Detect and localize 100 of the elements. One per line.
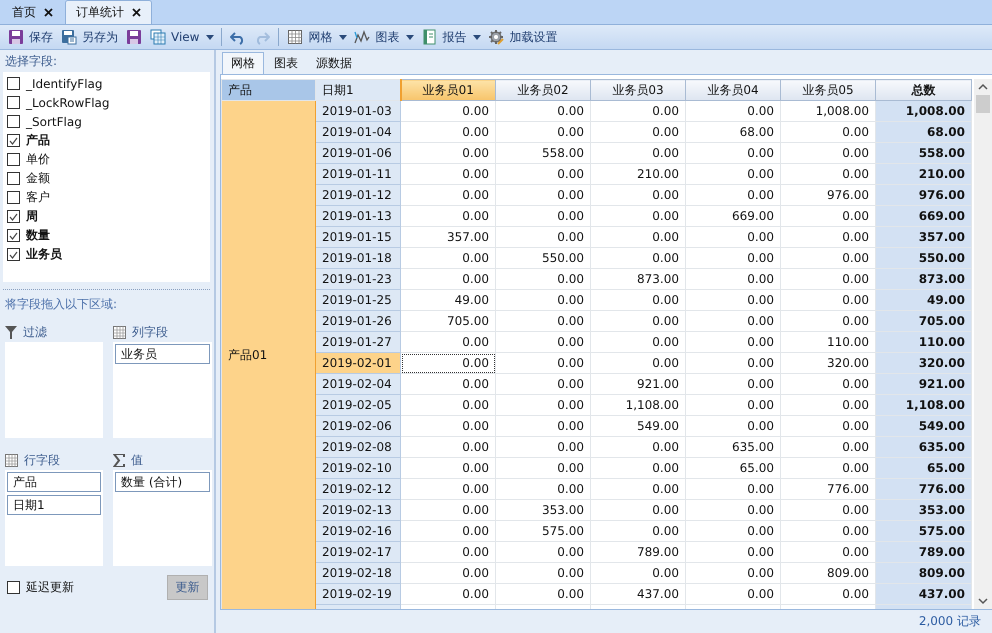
checkbox[interactable]: [7, 134, 20, 147]
close-icon[interactable]: [44, 8, 53, 16]
field-chip[interactable]: 日期1: [7, 495, 101, 515]
date-cell: 2019-02-16: [316, 520, 400, 542]
field-label[interactable]: 金额: [26, 170, 50, 187]
total-cell: 550.00: [876, 248, 972, 268]
checkbox[interactable]: [7, 115, 20, 128]
view-tab[interactable]: 网格: [222, 52, 264, 74]
table-cell: 0.00: [590, 520, 686, 542]
sigma-icon: [113, 454, 125, 466]
field-chip[interactable]: 业务员: [115, 344, 210, 364]
checkbox[interactable]: [7, 172, 20, 185]
column-header[interactable]: 业务员05: [780, 80, 876, 100]
checkbox[interactable]: [7, 229, 20, 242]
field-label[interactable]: 产品: [26, 132, 50, 149]
table-cell: 0.00: [496, 122, 590, 142]
date-cell: 2019-01-11: [316, 164, 400, 184]
table-cell: 0.00: [400, 206, 496, 226]
drop-area[interactable]: 业务员: [113, 342, 212, 438]
toolbar-button[interactable]: 保存: [4, 26, 57, 48]
table-cell: 0.00: [686, 584, 780, 604]
table-cell: 0.00: [496, 206, 590, 226]
table-cell: 669.00: [686, 206, 780, 226]
checkbox[interactable]: [7, 153, 20, 166]
close-icon[interactable]: [132, 8, 141, 17]
column-header[interactable]: 业务员04: [686, 80, 780, 100]
table-cell: 0.00: [590, 142, 686, 164]
table-cell: 437.00: [590, 584, 686, 604]
document-tab[interactable]: 订单统计: [65, 0, 152, 24]
checkbox-label[interactable]: 延迟更新: [26, 579, 74, 596]
table-cell: 976.00: [780, 184, 876, 206]
table-cell: 0.00: [780, 374, 876, 394]
table-cell: 0.00: [686, 416, 780, 436]
date-cell: 2019-01-15: [316, 226, 400, 248]
table-cell: 0.00: [590, 352, 686, 374]
drop-area[interactable]: 产品 日期1: [5, 470, 103, 566]
field-chip[interactable]: 数量 (合计): [115, 472, 210, 492]
toolbar-button[interactable]: 另存为: [57, 26, 122, 48]
row-header[interactable]: 日期1: [316, 80, 400, 100]
view-tab[interactable]: 图表: [266, 52, 306, 74]
field-label[interactable]: _IdentifyFlag: [26, 76, 103, 90]
view-tab[interactable]: 源数据: [308, 52, 360, 74]
table-cell: 0.00: [400, 562, 496, 584]
field-label[interactable]: 数量: [26, 227, 50, 244]
toolbar-button[interactable]: 报告: [417, 26, 470, 48]
table-cell: 0.00: [590, 226, 686, 248]
check-icon: [9, 212, 18, 220]
toolbar-button[interactable]: 图表: [350, 26, 404, 48]
table-cell: 549.00: [590, 416, 686, 436]
checkbox[interactable]: [7, 248, 20, 261]
checkbox[interactable]: [7, 77, 20, 90]
table-cell: 0.00: [780, 164, 876, 184]
table-cell: 0.00: [496, 332, 590, 352]
area-title: 值: [131, 452, 143, 468]
table-cell: 0.00: [400, 122, 496, 142]
update-button[interactable]: 更新: [167, 575, 208, 600]
checkbox[interactable]: [7, 96, 20, 109]
filter-icon: [5, 326, 17, 338]
date-cell: 2019-02-10: [316, 458, 400, 478]
checkbox[interactable]: [7, 210, 20, 223]
date-cell: 2019-01-06: [316, 142, 400, 164]
vertical-scrollbar[interactable]: [974, 79, 992, 609]
table-cell: 0.00: [780, 436, 876, 458]
column-header[interactable]: 总数: [876, 80, 972, 100]
field-label[interactable]: _SortFlag: [26, 114, 82, 128]
table-icon: [5, 454, 18, 466]
field-label[interactable]: 业务员: [26, 246, 62, 263]
table-cell: 0.00: [780, 248, 876, 268]
area-title: 行字段: [24, 452, 60, 468]
table-cell: 0.00: [780, 310, 876, 332]
checkbox[interactable]: [7, 581, 20, 594]
field-label[interactable]: 单价: [26, 151, 50, 168]
scroll-up-icon[interactable]: [978, 83, 988, 91]
row-header[interactable]: 产品: [222, 80, 316, 100]
total-cell: 809.00: [876, 562, 972, 584]
scroll-thumb[interactable]: [976, 95, 990, 113]
table-cell: 0.00: [400, 100, 496, 122]
toolbar-button[interactable]: 网格: [283, 26, 336, 48]
table-cell: 0.00: [590, 562, 686, 584]
toolbar-button[interactable]: 加载设置: [484, 26, 562, 48]
table-cell: 809.00: [780, 562, 876, 584]
field-chip[interactable]: 产品: [7, 472, 101, 492]
field-label[interactable]: 客户: [26, 189, 50, 206]
field-label[interactable]: _LockRowFlag: [26, 96, 110, 110]
scroll-down-icon[interactable]: [978, 597, 988, 605]
drop-area[interactable]: 数量 (合计): [113, 470, 212, 566]
table-cell: 0.00: [590, 100, 686, 122]
field-label[interactable]: 周: [26, 208, 38, 225]
table-cell: 0.00: [400, 164, 496, 184]
table-cell: 0.00: [780, 142, 876, 164]
table-cell: 0.00: [686, 142, 780, 164]
toolbar-button[interactable]: View: [146, 26, 204, 48]
table-cell: 0.00: [400, 436, 496, 458]
column-header[interactable]: 业务员01: [400, 80, 496, 100]
column-header[interactable]: 业务员03: [590, 80, 686, 100]
checkbox[interactable]: [7, 191, 20, 204]
table-cell: 0.00: [686, 562, 780, 584]
date-cell: 2019-02-19: [316, 584, 400, 604]
column-header[interactable]: 业务员02: [496, 80, 590, 100]
document-tab[interactable]: 首页: [2, 0, 63, 24]
